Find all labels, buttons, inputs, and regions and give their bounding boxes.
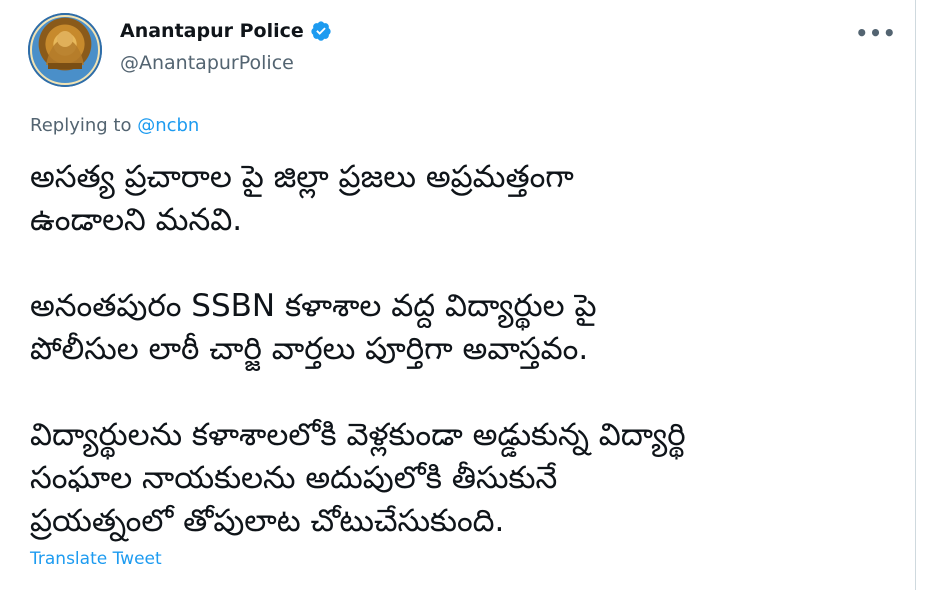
account-handle[interactable]: @AnantapurPolice: [120, 52, 294, 74]
reply-context: Replying to @ncbn: [30, 115, 199, 136]
tweet-text: అసత్య ప్రచారాల పై జిల్లా ప్రజలు అప్రమత్త…: [30, 156, 910, 543]
display-name[interactable]: Anantapur Police: [120, 20, 304, 42]
more-options-icon[interactable]: •••: [855, 20, 895, 46]
tweet-paragraph: అనంతపురం SSBN కళాశాల వద్ద విద్యార్థుల పై…: [30, 288, 597, 367]
translate-tweet-link[interactable]: Translate Tweet: [30, 549, 162, 569]
tweet-paragraph: విద్యార్థులను కళాశాలలోకి వెళ్లకుండా అడ్డ…: [30, 417, 686, 539]
reply-prefix: Replying to: [30, 115, 138, 136]
police-seal-icon: [30, 15, 100, 85]
reply-mention-link[interactable]: @ncbn: [137, 115, 199, 136]
tweet-card: Anantapur Police @AnantapurPolice ••• Re…: [0, 0, 916, 590]
avatar[interactable]: [28, 13, 102, 87]
tweet-paragraph: అసత్య ప్రచారాల పై జిల్లా ప్రజలు అప్రమత్త…: [30, 159, 574, 238]
name-row: Anantapur Police: [120, 20, 332, 42]
verified-badge-icon: [310, 20, 332, 42]
